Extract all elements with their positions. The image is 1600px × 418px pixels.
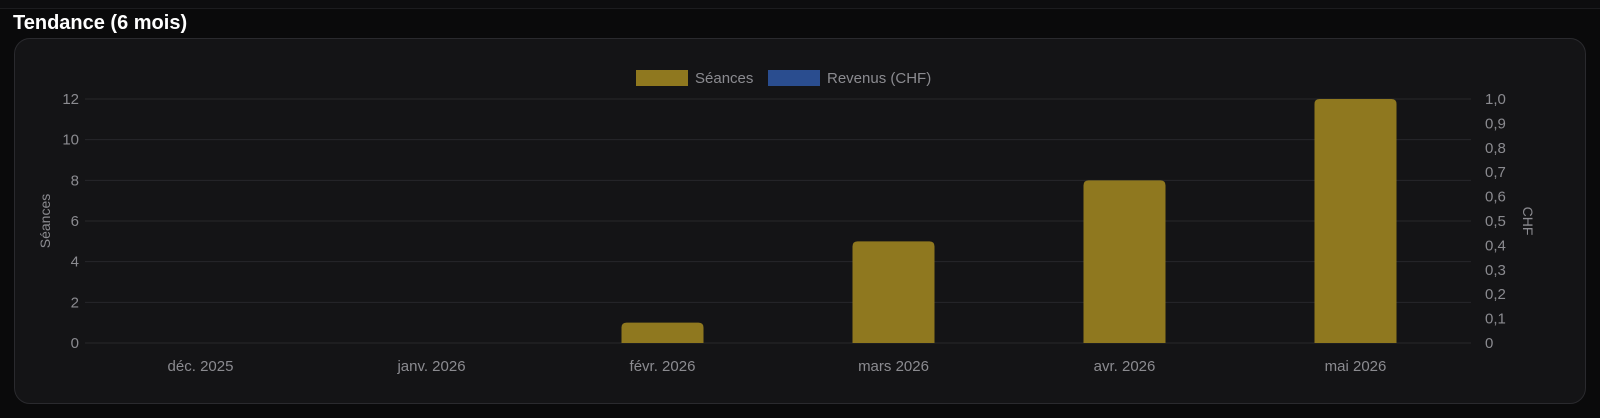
right-tick-label: 0,7 [1485,164,1506,181]
right-tick-label: 0,8 [1485,140,1506,157]
trend-chart: 0 2 4 6 8 10 12 0 0,1 0,2 0,3 0,4 0,5 0,6 0,7 0,8 0,9 1,… [37,70,1536,375]
x-tick-label: mars 2026 [858,358,929,375]
left-tick-label: 0 [71,335,79,352]
legend-label-revenus: Revenus (CHF) [827,70,931,87]
bar-seances[interactable] [621,322,704,343]
left-tick-label: 10 [62,132,79,149]
x-tick-label: févr. 2026 [630,358,696,375]
section-title: Tendance (6 mois) [13,12,188,34]
x-tick-label: avr. 2026 [1094,358,1156,375]
legend: Séances Revenus (CHF) [636,70,931,87]
right-tick-label: 1,0 [1485,91,1506,108]
right-tick-label: 0,6 [1485,189,1506,206]
chart-card: 0 2 4 6 8 10 12 0 0,1 0,2 0,3 0,4 0,5 0,6 0,7 0,8 0,9 1,… [14,38,1586,404]
bar-seances[interactable] [852,241,935,343]
right-axis-ticks: 0 0,1 0,2 0,3 0,4 0,5 0,6 0,7 0,8 0,9 1,0 [1485,91,1506,352]
left-tick-label: 8 [71,172,79,189]
right-tick-label: 0,9 [1485,115,1506,132]
right-tick-label: 0,2 [1485,286,1506,303]
left-tick-label: 12 [62,91,79,108]
right-tick-label: 0,1 [1485,311,1506,328]
x-axis-ticks: déc. 2025 janv. 2026 févr. 2026 mars 2026 av… [168,358,1387,375]
legend-label-seances: Séances [695,70,753,87]
left-axis-ticks: 0 2 4 6 8 10 12 [62,91,79,352]
right-axis-title: CHF [1520,207,1536,236]
legend-swatch-seances [636,70,688,86]
right-tick-label: 0 [1485,335,1493,352]
left-tick-label: 6 [71,213,79,230]
bar-seances[interactable] [1314,99,1397,343]
left-tick-label: 2 [71,294,79,311]
bar-seances[interactable] [1083,180,1166,343]
x-tick-label: janv. 2026 [396,358,465,375]
legend-item-revenus[interactable]: Revenus (CHF) [768,70,931,87]
top-divider [0,0,1600,9]
right-tick-label: 0,3 [1485,262,1506,279]
grid-lines [85,98,1471,344]
right-tick-label: 0,4 [1485,237,1506,254]
x-tick-label: mai 2026 [1325,358,1387,375]
legend-swatch-revenus [768,70,820,86]
legend-item-seances[interactable]: Séances [636,70,753,87]
left-axis-title: Séances [37,194,53,248]
right-tick-label: 0,5 [1485,213,1506,230]
left-tick-label: 4 [71,254,79,271]
x-tick-label: déc. 2025 [168,358,234,375]
